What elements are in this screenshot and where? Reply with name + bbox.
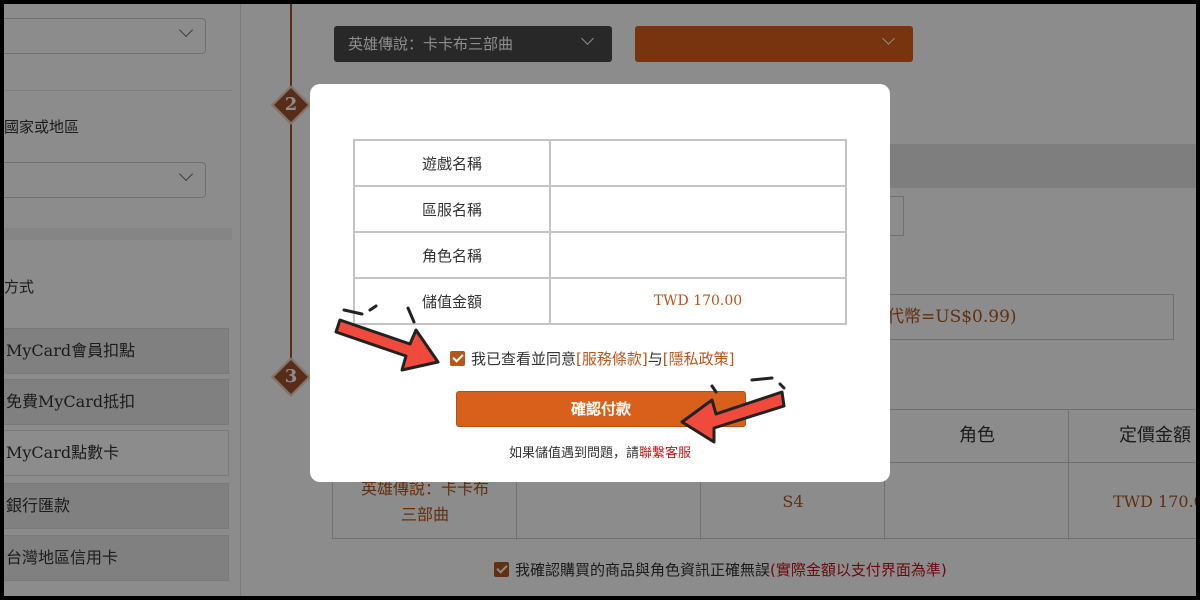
- agree-connector: 与: [647, 350, 663, 368]
- row-label: 角色名稱: [353, 231, 551, 279]
- order-info-table: 遊戲名稱 區服名稱 角色名稱 儲值金額 TWD 170.00: [353, 139, 847, 325]
- arrow-pointer-icon: [334, 304, 440, 372]
- privacy-link[interactable]: [隱私政策]: [663, 350, 735, 368]
- table-row: 遊戲名稱: [353, 139, 847, 187]
- table-row: 區服名稱: [353, 185, 847, 233]
- arrow-pointer-icon: [680, 376, 786, 444]
- row-label: 區服名稱: [353, 185, 551, 233]
- row-value: [549, 231, 847, 279]
- page: 國家或地區 方式 MyCard會員扣點 免費MyCard抵扣 MyCard點數卡…: [4, 4, 1196, 596]
- amount-value: TWD 170.00: [549, 277, 847, 325]
- help-text: 如果儲值遇到問題，請聯繫客服: [310, 442, 890, 461]
- help-prefix: 如果儲值遇到問題，請: [508, 446, 639, 461]
- row-value: [549, 185, 847, 233]
- payment-confirm-dialog: 遊戲名稱 區服名稱 角色名稱 儲值金額 TWD 170.00 我已查看並同意[服…: [310, 84, 890, 482]
- terms-link[interactable]: [服務條款]: [576, 350, 648, 368]
- table-row: 角色名稱: [353, 231, 847, 279]
- checkbox-checked-icon[interactable]: [450, 351, 465, 366]
- row-value: [549, 139, 847, 187]
- agree-text: 我已查看並同意: [471, 350, 577, 368]
- row-label: 遊戲名稱: [353, 139, 551, 187]
- agree-terms-row[interactable]: 我已查看並同意[服務條款]与[隱私政策]: [450, 348, 734, 369]
